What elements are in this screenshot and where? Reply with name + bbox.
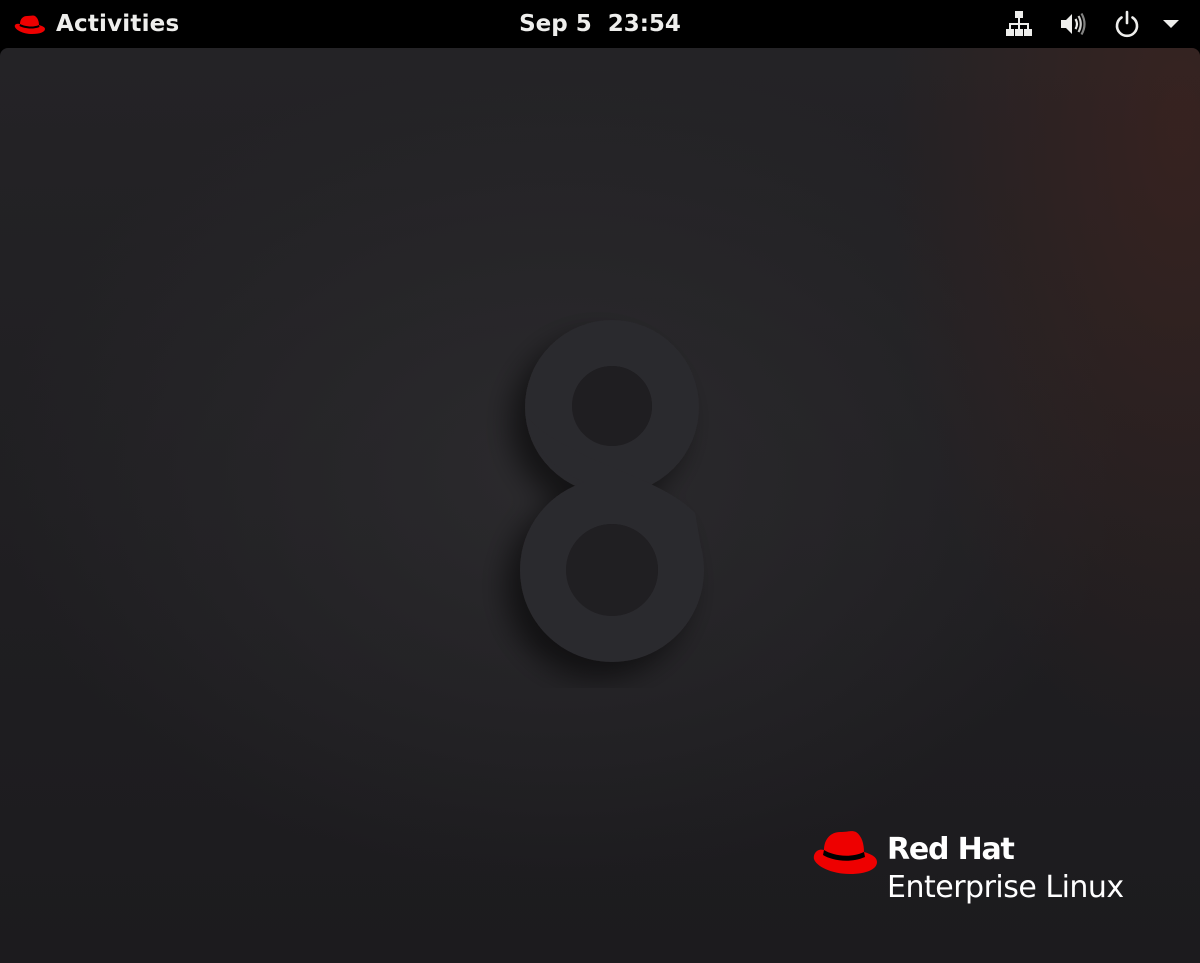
brand-product: Enterprise Linux — [887, 870, 1124, 905]
rhel8-figure — [520, 320, 704, 662]
activities-label: Activities — [56, 11, 180, 37]
top-bar: Activities Sep 5 23:54 — [0, 0, 1200, 48]
system-menu-button[interactable] — [980, 0, 1180, 48]
redhat-enterprise-linux-logo: Red Hat Enterprise Linux — [812, 826, 1172, 916]
desktop-wallpaper: Red Hat Enterprise Linux — [0, 48, 1200, 963]
clock-button[interactable]: Sep 5 23:54 — [519, 11, 681, 37]
network-wired-icon — [1004, 9, 1034, 39]
redhat-hat-icon — [813, 831, 877, 874]
power-icon — [1112, 9, 1142, 39]
clock-time: 23:54 — [607, 11, 681, 37]
clock-date: Sep 5 — [519, 11, 592, 37]
redhat-hat-icon — [14, 15, 45, 34]
volume-icon — [1058, 9, 1088, 39]
brand-name: Red Hat — [887, 832, 1015, 867]
chevron-down-icon — [1162, 18, 1180, 30]
activities-button[interactable]: Activities — [14, 0, 179, 48]
